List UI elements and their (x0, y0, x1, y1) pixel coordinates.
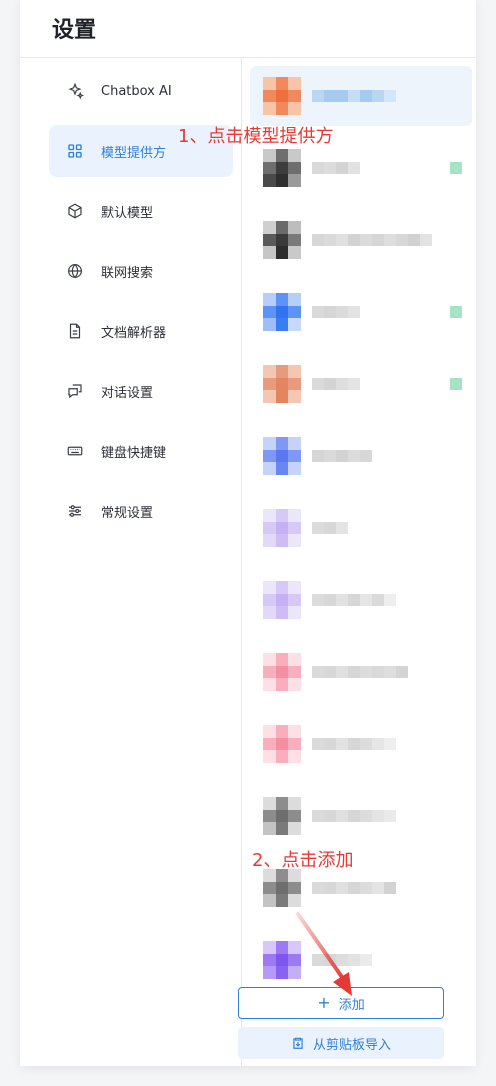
provider-status-badge (450, 378, 462, 390)
provider-row[interactable] (250, 570, 472, 630)
provider-name-redacted (312, 306, 360, 318)
sliders-icon (65, 501, 85, 521)
sidebar-item-label: 键盘快捷键 (101, 445, 167, 461)
provider-name-redacted (312, 882, 396, 894)
provider-row[interactable] (250, 66, 472, 126)
grid-icon (65, 141, 85, 161)
clipboard-import-icon (291, 1036, 313, 1050)
provider-name-redacted (312, 738, 396, 750)
keyboard-icon (65, 441, 85, 461)
sidebar-item-default-model[interactable]: 默认模型 (49, 185, 233, 237)
provider-logo-icon (263, 293, 301, 331)
sidebar-item-label: Chatbox AI (101, 83, 172, 99)
sidebar-item-general-settings[interactable]: 常规设置 (49, 485, 233, 537)
provider-logo-icon (263, 581, 301, 619)
sparkle-icon (65, 81, 85, 101)
page-title: 设置 (52, 18, 97, 43)
add-provider-button[interactable]: + 添加 (238, 987, 444, 1019)
import-label: 从剪贴板导入 (312, 1037, 391, 1053)
provider-logo-icon (263, 941, 301, 979)
settings-sidebar: Chatbox AI 模型提供方 默认模型 联网搜索 文档解析器 对话设置 键盘… (20, 58, 242, 1066)
sidebar-item-keyboard-shortcuts[interactable]: 键盘快捷键 (49, 425, 233, 477)
annotation-step-2: 2、点击添加 (252, 850, 354, 871)
provider-name-redacted (312, 594, 396, 606)
sidebar-item-web-search[interactable]: 联网搜索 (49, 245, 233, 297)
settings-header: 设置 (20, 0, 476, 58)
provider-logo-icon (263, 653, 301, 691)
provider-name-redacted (312, 810, 396, 822)
sidebar-item-label: 联网搜索 (101, 265, 154, 281)
add-label: 添加 (338, 997, 365, 1013)
settings-panel: 设置 Chatbox AI 模型提供方 默认模型 联网搜索 文档解析器 对话设置… (20, 0, 476, 1066)
provider-name-redacted (312, 378, 360, 390)
sidebar-item-chatbox-ai[interactable]: Chatbox AI (49, 65, 233, 117)
provider-name-redacted (312, 162, 360, 174)
provider-row[interactable] (250, 210, 472, 270)
plus-icon: + (317, 993, 331, 1012)
provider-logo-icon (263, 77, 301, 115)
provider-logo-icon (263, 509, 301, 547)
sidebar-item-label: 默认模型 (101, 205, 154, 221)
provider-logo-icon (263, 221, 301, 259)
provider-name-redacted (312, 90, 396, 102)
sidebar-item-label: 对话设置 (101, 385, 154, 401)
provider-row[interactable] (250, 354, 472, 414)
provider-name-redacted (312, 666, 408, 678)
provider-name-redacted (312, 234, 432, 246)
provider-logo-icon (263, 365, 301, 403)
provider-logo-icon (263, 437, 301, 475)
provider-row[interactable] (250, 930, 472, 990)
provider-row[interactable] (250, 714, 472, 774)
sidebar-item-label: 模型提供方 (101, 145, 167, 161)
provider-row[interactable] (250, 786, 472, 846)
provider-logo-icon (263, 725, 301, 763)
provider-logo-icon (263, 149, 301, 187)
globe-icon (65, 261, 85, 281)
provider-row[interactable] (250, 498, 472, 558)
provider-status-badge (450, 162, 462, 174)
provider-logo-icon (263, 797, 301, 835)
provider-name-redacted (312, 522, 348, 534)
provider-name-redacted (312, 954, 372, 966)
chat-icon (65, 381, 85, 401)
document-icon (65, 321, 85, 341)
cube-icon (65, 201, 85, 221)
import-from-clipboard-button[interactable]: 从剪贴板导入 (238, 1027, 444, 1059)
provider-name-redacted (312, 450, 372, 462)
sidebar-item-chat-settings[interactable]: 对话设置 (49, 365, 233, 417)
annotation-step-1: 1、点击模型提供方 (178, 126, 334, 147)
sidebar-item-label: 常规设置 (101, 505, 154, 521)
provider-list (242, 58, 476, 1066)
provider-row[interactable] (250, 642, 472, 702)
provider-logo-icon (263, 869, 301, 907)
sidebar-item-document-parser[interactable]: 文档解析器 (49, 305, 233, 357)
sidebar-item-label: 文档解析器 (101, 325, 167, 341)
provider-status-badge (450, 306, 462, 318)
provider-row[interactable] (250, 282, 472, 342)
provider-row[interactable] (250, 426, 472, 486)
